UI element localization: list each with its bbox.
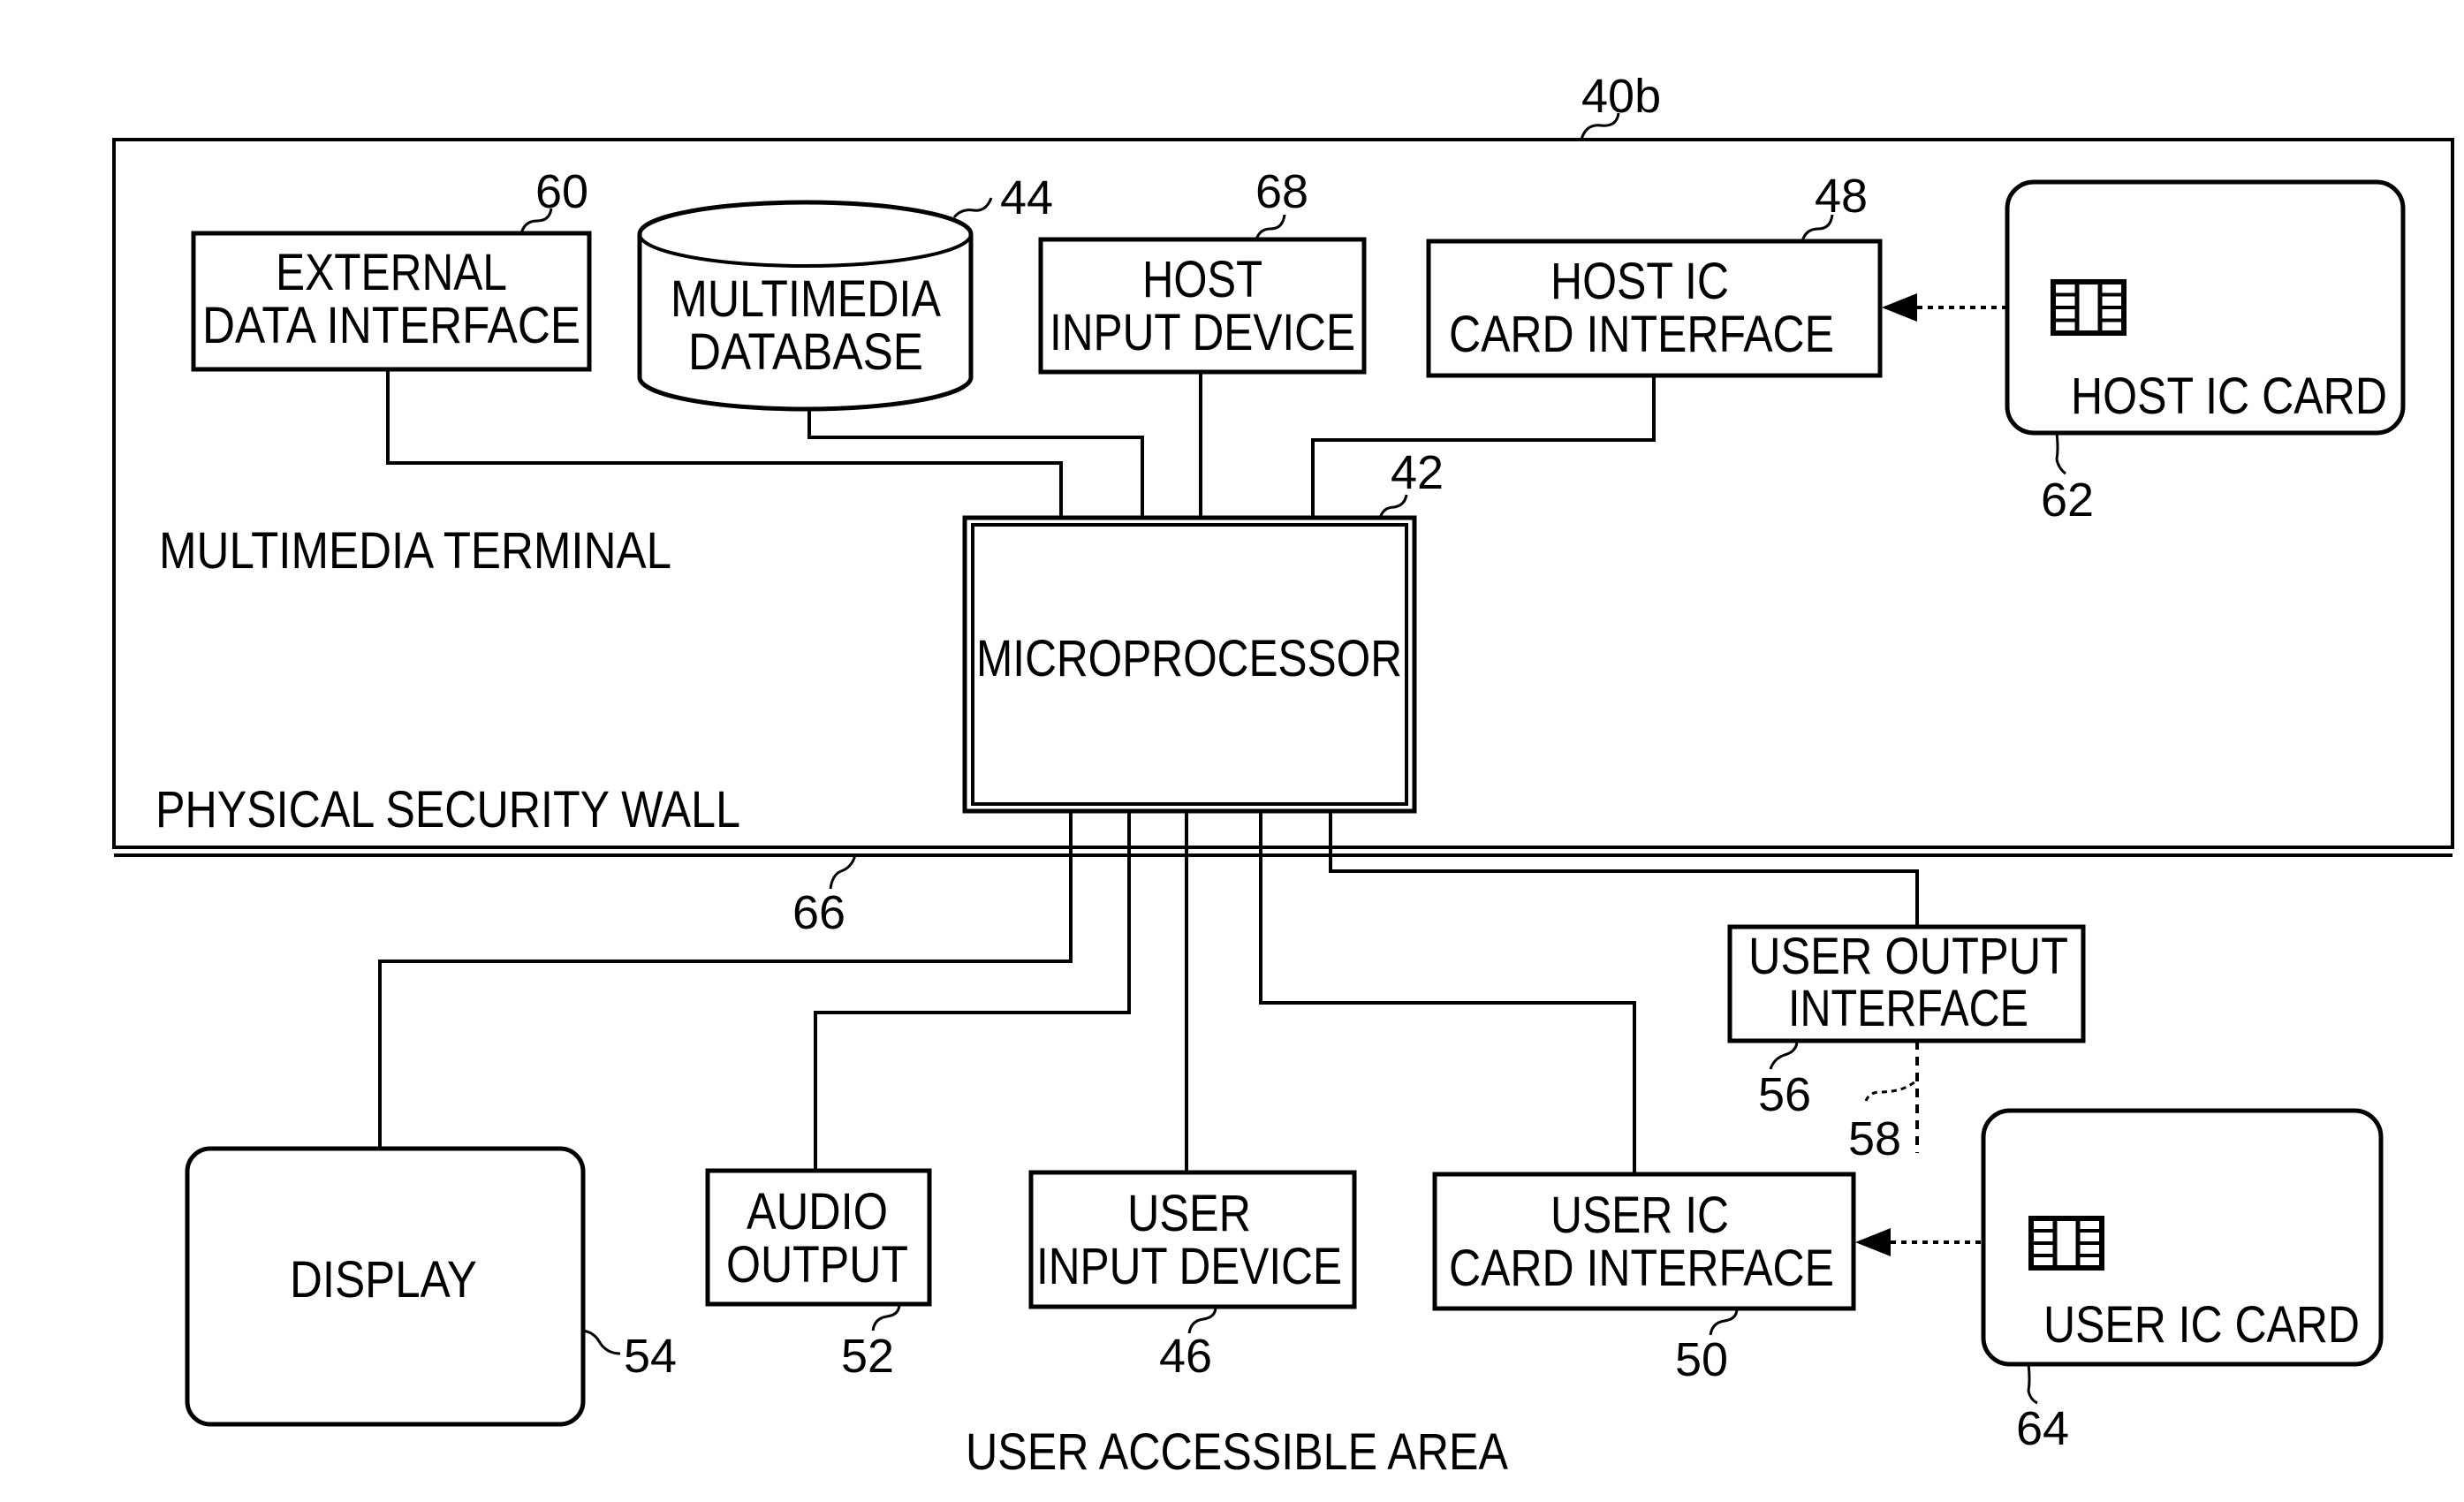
block-ref-leader: [952, 197, 993, 218]
wall-ref-leader: [829, 854, 857, 890]
user-input-device-block[interactable]: USER INPUT DEVICE 46: [1028, 1170, 1357, 1383]
block-label-line: USER IC: [1550, 1187, 1729, 1244]
upper-bus-wires: [386, 369, 1656, 518]
user-accessible-area-label: USER ACCESSIBLE AREA: [966, 1423, 1508, 1481]
ic-chip-icon: [2028, 1216, 2104, 1271]
block-label-line: USER OUTPUT: [1748, 928, 2068, 985]
microprocessor-block[interactable]: MICROPROCESSOR 42: [962, 446, 1444, 814]
block-ref-label: 48: [1815, 170, 1868, 223]
block-ref-label: 50: [1675, 1333, 1728, 1386]
block-ref-label: 56: [1758, 1068, 1811, 1121]
block-label-line: HOST IC: [1550, 253, 1729, 310]
block-label-line: USER: [1127, 1185, 1251, 1242]
user-ic-card-block[interactable]: USER IC CARD 64: [1981, 1108, 2384, 1455]
display-block[interactable]: DISPLAY 54: [185, 1146, 677, 1427]
block-ref-label: 44: [1000, 171, 1053, 224]
wire-host-ic-card-interface: [1311, 376, 1656, 518]
block-label-line: MULTIMEDIA: [671, 270, 941, 328]
block-ref-label: 46: [1159, 1330, 1212, 1383]
physical-security-wall-label: PHYSICAL SECURITY WALL: [155, 781, 740, 838]
block-label-line: MICROPROCESSOR: [976, 630, 1402, 687]
block-ref-leader: [1255, 214, 1286, 240]
external-data-interface-block[interactable]: EXTERNAL DATA INTERFACE 60: [191, 165, 592, 372]
block-ref-label: 52: [841, 1330, 894, 1383]
link-ref-leader: [1864, 1078, 1919, 1102]
ic-chip-icon: [2051, 279, 2127, 336]
block-ref-label: 62: [2041, 474, 2094, 527]
block-label-line: EXTERNAL: [276, 244, 507, 301]
block-label-line: INPUT DEVICE: [1036, 1238, 1342, 1295]
wall-ref-label: 66: [792, 886, 845, 939]
lower-bus-wires: [378, 811, 1919, 1174]
wire-display: [378, 811, 1073, 1149]
host-input-device-block[interactable]: HOST INPUT DEVICE 68: [1038, 165, 1367, 375]
audio-output-block[interactable]: AUDIO OUTPUT 52: [705, 1168, 932, 1383]
block-label-line: USER IC CARD: [2043, 1296, 2360, 1354]
wire-audio-output: [814, 811, 1131, 1171]
block-ref-leader: [1769, 1040, 1799, 1070]
block-ref-label: 42: [1391, 446, 1444, 499]
block-label-line: HOST IC CARD: [2071, 368, 2387, 425]
block-label-line: DISPLAY: [290, 1251, 477, 1309]
figure-ref-label: 40b: [1581, 70, 1661, 123]
block-ref-label: 54: [624, 1330, 677, 1383]
block-label-line: OUTPUT: [726, 1236, 908, 1293]
block-label-line: DATABASE: [688, 323, 923, 381]
block-ref-leader: [871, 1303, 901, 1331]
block-diagram: 40b MULTIMEDIA TERMINAL PHYSICAL SECURIT…: [112, 70, 2454, 1481]
wire-user-ic-card-interface: [1259, 811, 1636, 1174]
block-ref-label: 60: [535, 165, 588, 218]
block-label-line: INTERFACE: [1788, 980, 2028, 1037]
block-label-line: CARD INTERFACE: [1449, 306, 1834, 363]
multimedia-terminal-label: MULTIMEDIA TERMINAL: [159, 522, 671, 580]
block-ref-label: 68: [1255, 165, 1308, 218]
block-ref-label: 64: [2016, 1402, 2069, 1455]
link-ref-label: 58: [1848, 1112, 1901, 1165]
block-ref-leader: [1709, 1308, 1739, 1336]
block-ref-leader: [582, 1329, 621, 1355]
block-label-line: HOST: [1142, 251, 1262, 308]
host-ic-card-block[interactable]: HOST IC CARD 62: [2005, 179, 2406, 527]
multimedia-database-block[interactable]: MULTIMEDIA DATABASE 44: [637, 171, 1053, 412]
block-ref-leader: [2055, 432, 2066, 475]
user-ic-card-interface-block[interactable]: USER IC CARD INTERFACE 50: [1432, 1172, 1856, 1386]
block-label-line: DATA INTERFACE: [202, 297, 580, 354]
block-label-line: INPUT DEVICE: [1050, 304, 1355, 361]
host-ic-card-interface-block[interactable]: HOST IC CARD INTERFACE 48: [1426, 170, 1883, 378]
block-label-line: AUDIO: [747, 1183, 888, 1240]
wire-user-output-interface: [1329, 811, 1919, 927]
block-label-line: CARD INTERFACE: [1449, 1240, 1834, 1297]
block-ref-leader: [2027, 1363, 2038, 1405]
